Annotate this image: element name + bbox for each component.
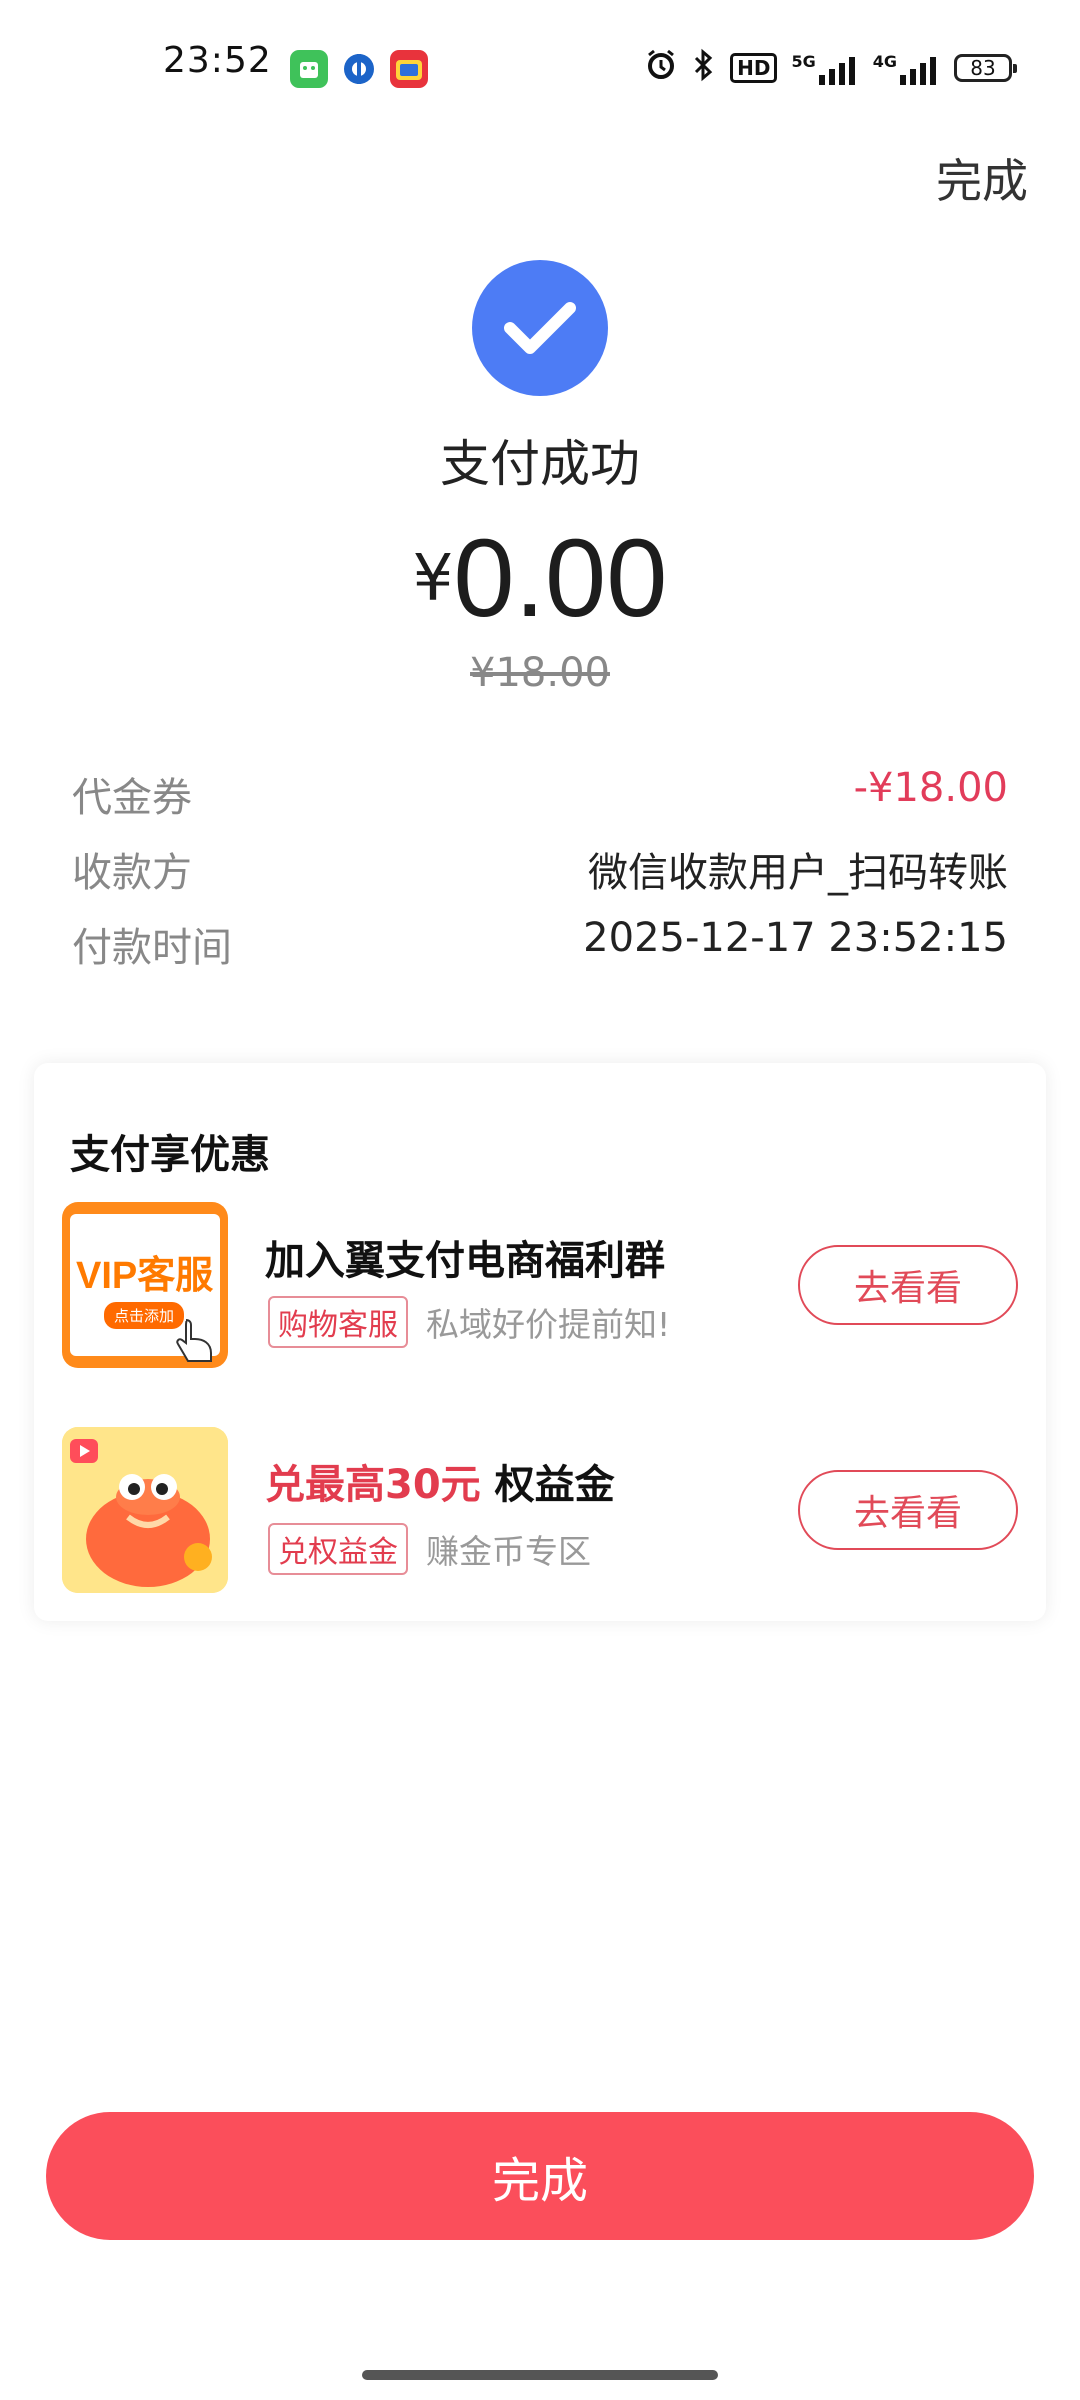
battery-icon: 83 bbox=[954, 54, 1017, 82]
status-time: 23:52 bbox=[163, 40, 272, 81]
paid-amount: ¥0.00 bbox=[0, 515, 1080, 642]
promo-item-tag: 兑权益金 bbox=[268, 1523, 408, 1575]
currency-symbol: ¥ bbox=[412, 542, 454, 616]
done-button[interactable]: 完成 bbox=[46, 2112, 1034, 2240]
promo-item-tag: 购物客服 bbox=[268, 1296, 408, 1348]
detail-value-voucher: -¥18.00 bbox=[853, 765, 1008, 811]
status-icons: HD 5G 4G 83 bbox=[644, 46, 1017, 90]
promo-title: 支付享优惠 bbox=[70, 1132, 270, 1178]
hand-pointer-icon bbox=[176, 1319, 212, 1362]
battery-level: 83 bbox=[970, 56, 996, 80]
go-see-button[interactable]: 去看看 bbox=[798, 1245, 1018, 1325]
promo-item-subtitle: 赚金币专区 bbox=[426, 1532, 591, 1571]
amount-value: 0.00 bbox=[453, 517, 668, 640]
detail-label-payee: 收款方 bbox=[72, 850, 192, 896]
promo-title-rest: 权益金 bbox=[480, 1462, 615, 1508]
detail-label-time: 付款时间 bbox=[72, 925, 232, 971]
promo-item-title: 兑最高30元 权益金 bbox=[265, 1452, 615, 1510]
lucky-bag-thumbnail[interactable] bbox=[62, 1427, 228, 1593]
promo-item-title: 加入翼支付电商福利群 bbox=[265, 1238, 665, 1284]
original-amount: ¥18.00 bbox=[470, 650, 610, 696]
payment-status: 支付成功 bbox=[440, 435, 640, 493]
bluetooth-icon bbox=[692, 48, 716, 88]
promo-highlight-text: 兑最高30元 bbox=[265, 1462, 481, 1508]
success-check-icon bbox=[472, 260, 608, 396]
signal-4g-icon: 4G bbox=[873, 52, 940, 85]
bank-notification-icon bbox=[340, 50, 378, 88]
detail-value-time: 2025-12-17 23:52:15 bbox=[583, 915, 1008, 961]
header-done-button[interactable]: 完成 bbox=[936, 145, 1028, 211]
thumb-vip-text: VIP客服 bbox=[76, 1255, 214, 1297]
thumb-add-text: 点击添加 bbox=[104, 1302, 185, 1329]
home-indicator[interactable] bbox=[362, 2370, 718, 2380]
app-notification-icon bbox=[290, 50, 328, 88]
go-see-button[interactable]: 去看看 bbox=[798, 1470, 1018, 1550]
alarm-icon bbox=[644, 48, 678, 88]
signal-5g-icon: 5G bbox=[791, 52, 858, 85]
hd-icon: HD bbox=[730, 53, 778, 83]
detail-value-payee: 微信收款用户_扫码转账 bbox=[588, 850, 1008, 896]
shopping-notification-icon bbox=[390, 50, 428, 88]
detail-label-voucher: 代金券 bbox=[72, 775, 192, 821]
promo-item-subtitle: 私域好价提前知! bbox=[426, 1305, 671, 1344]
vip-service-thumbnail[interactable]: VIP客服 点击添加 bbox=[62, 1202, 228, 1368]
